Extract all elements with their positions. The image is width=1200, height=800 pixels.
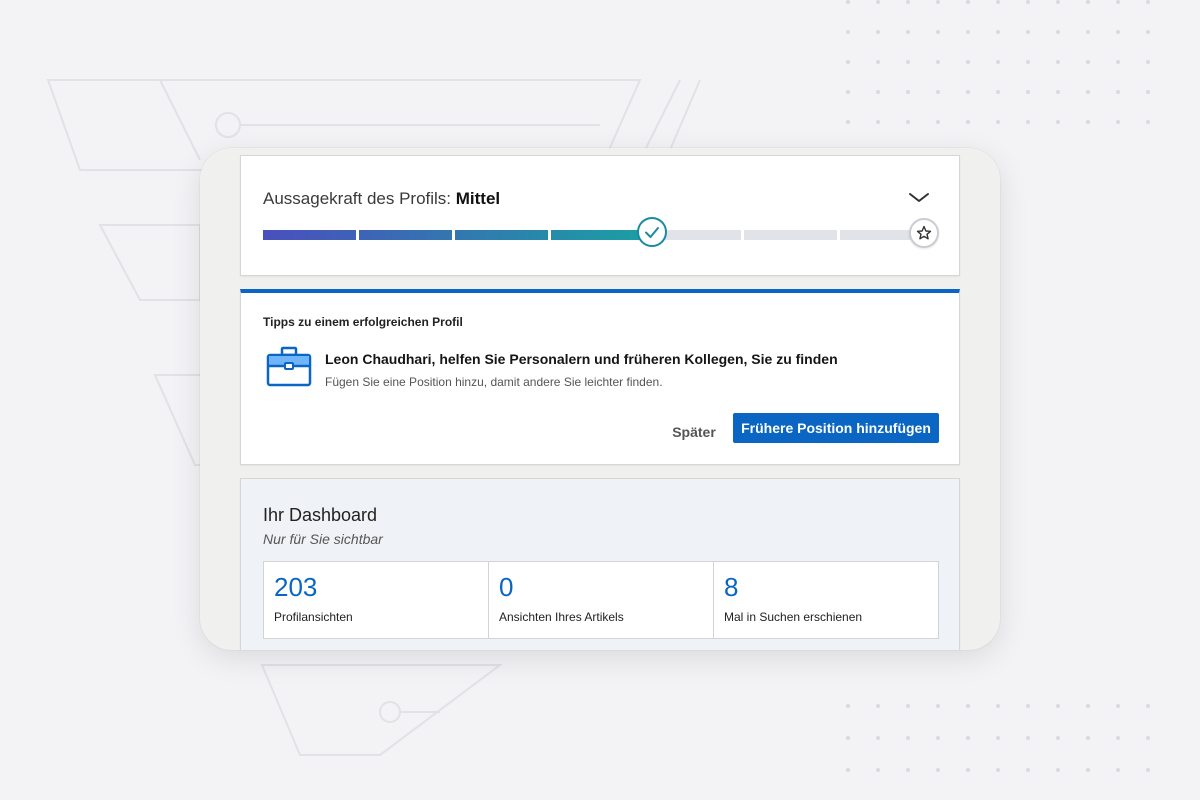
strength-segment-fill (551, 230, 645, 240)
device-frame: Aussagekraft des Profils: Mittel Tipps z… (200, 148, 1000, 650)
strength-segment-fill (359, 230, 453, 240)
stat-label: Ansichten Ihres Artikels (499, 610, 624, 624)
star-icon (916, 225, 932, 240)
profile-strength-label: Aussagekraft des Profils: (263, 189, 452, 208)
profile-strength-meter (263, 230, 933, 240)
strength-segment (743, 230, 837, 240)
stat-label: Profilansichten (274, 610, 353, 624)
stat-profile-views[interactable]: 203 Profilansichten (264, 562, 489, 638)
stat-article-views[interactable]: 0 Ansichten Ihres Artikels (489, 562, 714, 638)
dashboard-stats: 203 Profilansichten 0 Ansichten Ihres Ar… (263, 561, 939, 639)
stat-search-appearances[interactable]: 8 Mal in Suchen erschienen (714, 562, 938, 638)
profile-strength-card: Aussagekraft des Profils: Mittel (240, 155, 960, 276)
stat-value: 203 (274, 572, 318, 602)
strength-segment-fill (263, 230, 357, 240)
dashboard-subtitle: Nur für Sie sichtbar (263, 531, 383, 547)
tips-description: Fügen Sie eine Position hinzu, damit and… (325, 375, 663, 389)
briefcase-icon (266, 346, 312, 387)
later-button[interactable]: Später (659, 417, 729, 447)
chevron-down-icon[interactable] (907, 190, 931, 206)
goal-marker (909, 218, 939, 248)
profile-strength-level: Mittel (455, 189, 501, 208)
stat-label: Mal in Suchen erschienen (724, 610, 863, 624)
profile-tips-card: Tipps zu einem erfolgreichen Profil Leon… (240, 289, 960, 465)
stat-value: 0 (499, 572, 514, 602)
stat-value: 8 (724, 572, 739, 602)
tips-heading: Tipps zu einem erfolgreichen Profil (263, 315, 463, 329)
checkmark-icon (644, 227, 659, 238)
dashboard-card: Ihr Dashboard Nur für Sie sichtbar 203 P… (240, 478, 960, 650)
dashboard-title: Ihr Dashboard (263, 505, 378, 525)
strength-segment-fill (455, 230, 549, 240)
tips-headline: Leon Chaudhari, helfen Sie Personalern u… (325, 351, 838, 367)
progress-marker (636, 217, 667, 247)
add-previous-position-button[interactable]: Frühere Position hinzufügen (733, 413, 939, 443)
profile-strength-title: Aussagekraft des Profils: Mittel (263, 189, 500, 209)
